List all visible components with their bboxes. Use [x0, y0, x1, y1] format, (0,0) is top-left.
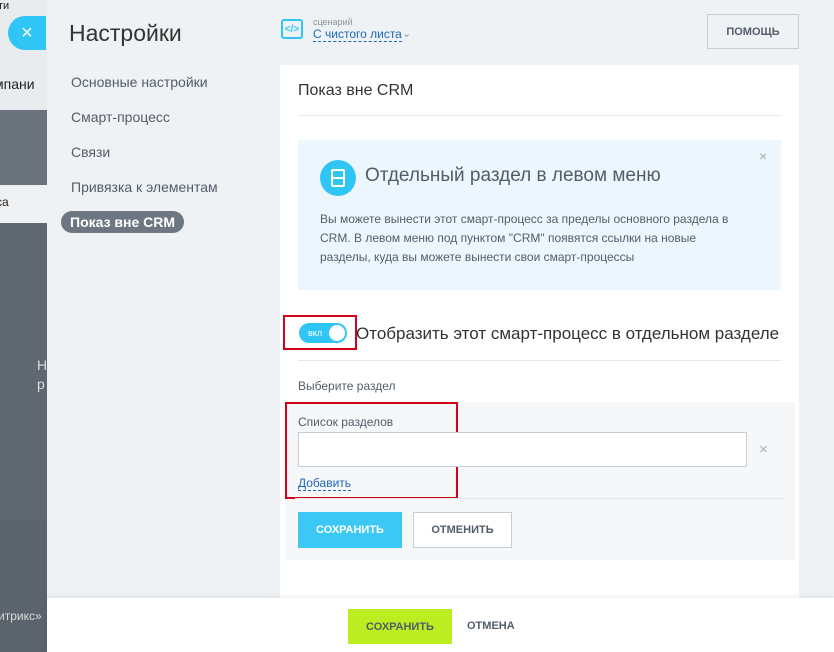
divider	[298, 360, 781, 361]
settings-title: Настройки	[69, 20, 182, 46]
background-list-text: са	[0, 195, 9, 209]
background-page: ти мпани са Н р итрикс»	[0, 0, 47, 652]
toggle-state-label: вкл	[308, 328, 323, 338]
section-list-input[interactable]	[298, 432, 747, 467]
section-icon	[320, 160, 356, 196]
footer-save-button[interactable]: СОХРАНИТЬ	[348, 609, 452, 644]
info-title: Отдельный раздел в левом меню	[365, 165, 661, 186]
section-cancel-button[interactable]: ОТМЕНИТЬ	[413, 512, 512, 548]
background-footer-text: итрикс»	[0, 609, 42, 623]
code-icon: </>	[281, 19, 303, 39]
background-company-text: мпани	[0, 76, 35, 92]
background-band	[0, 110, 47, 185]
info-box: Отдельный раздел в левом меню × Вы может…	[298, 140, 781, 290]
settings-sidebar: Настройки Основные настройки Смарт-проце…	[47, 0, 280, 652]
background-gray-text-1: Н	[37, 357, 47, 373]
footer-cancel-link[interactable]: ОТМЕНА	[467, 620, 515, 632]
footer-bar: СОХРАНИТЬ ОТМЕНА	[47, 598, 834, 652]
show-separate-label: Отобразить этот смарт-процесс в отдельно…	[356, 324, 780, 343]
section-list-label: Список разделов	[298, 415, 394, 429]
info-close-icon[interactable]: ×	[759, 148, 767, 164]
slider-close-button[interactable]: ×	[8, 16, 46, 50]
show-separate-toggle[interactable]: вкл	[299, 323, 347, 343]
remove-icon[interactable]: ×	[759, 441, 768, 458]
background-bottom	[0, 520, 47, 652]
divider	[298, 115, 781, 116]
menu-item-main-settings[interactable]: Основные настройки	[71, 74, 208, 90]
chevron-down-icon[interactable]: ⌄	[402, 27, 411, 40]
background-top-text: ти	[0, 0, 10, 12]
menu-item-show-outside-crm[interactable]: Показ вне CRM	[61, 211, 185, 233]
section-editor: Список разделов × Добавить СОХРАНИТЬ ОТМ…	[285, 402, 795, 560]
menu-item-relations[interactable]: Связи	[71, 144, 110, 160]
add-section-link[interactable]: Добавить	[298, 476, 352, 491]
panel-title: Показ вне CRM	[298, 82, 414, 99]
toggle-knob	[329, 325, 345, 341]
pick-section-label: Выберите раздел	[298, 379, 396, 393]
close-icon: ×	[21, 21, 33, 44]
info-text: Вы можете вынести этот смарт-процесс за …	[320, 212, 729, 264]
settings-panel: Показ вне CRM Отдельный раздел в левом м…	[280, 65, 799, 598]
help-button[interactable]: ПОМОЩЬ	[707, 14, 799, 49]
divider	[295, 498, 785, 499]
menu-item-element-binding[interactable]: Привязка к элементам	[71, 179, 218, 195]
menu-item-smart-process[interactable]: Смарт-процесс	[71, 109, 170, 125]
background-gray-text-2: р	[37, 376, 45, 392]
section-save-button[interactable]: СОХРАНИТЬ	[298, 512, 402, 548]
scenario-caption: сценарий	[313, 17, 353, 27]
scenario-selector[interactable]: С чистого листа	[313, 27, 402, 42]
